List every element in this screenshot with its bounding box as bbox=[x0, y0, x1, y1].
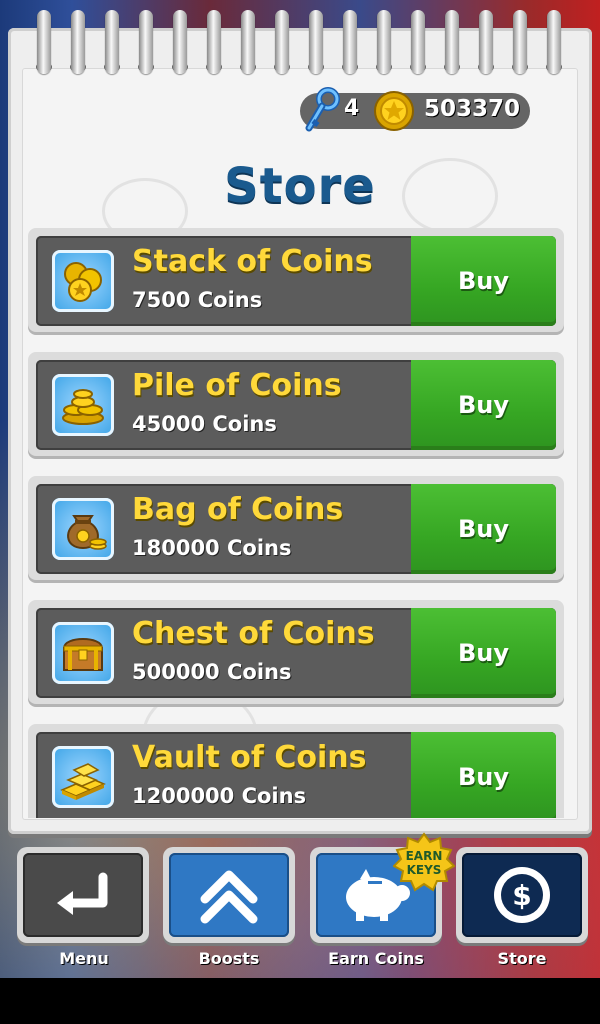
store-button[interactable]: $ bbox=[456, 847, 588, 943]
item-name: Pile of Coins bbox=[132, 368, 342, 403]
item-price: 1200000 Coins bbox=[132, 784, 307, 808]
store-item: Stack of Coins 7500 Coins Buy bbox=[28, 228, 564, 332]
store-item-list[interactable]: Stack of Coins 7500 Coins Buy Pile of Co… bbox=[28, 222, 572, 818]
store-item: Pile of Coins 45000 Coins Buy bbox=[28, 352, 564, 456]
return-arrow-icon bbox=[57, 872, 108, 915]
store-item-panel: Bag of Coins 180000 Coins Buy bbox=[36, 484, 556, 574]
menu-button[interactable] bbox=[17, 847, 149, 943]
buy-button-pile[interactable]: Buy bbox=[411, 360, 556, 450]
treasure-chest-icon bbox=[52, 622, 114, 684]
coin-icon bbox=[374, 91, 414, 131]
key-count: 4 bbox=[344, 96, 360, 121]
boosts-label: Boosts bbox=[198, 949, 260, 968]
store-item-panel: Chest of Coins 500000 Coins Buy bbox=[36, 608, 556, 698]
item-price: 180000 Coins bbox=[132, 536, 292, 560]
earn-coins-label: Earn Coins bbox=[328, 949, 424, 968]
dollar-coin-icon: $ bbox=[494, 867, 550, 923]
double-chevron-up-icon bbox=[200, 870, 258, 924]
store-item: Vault of Coins 1200000 Coins Buy bbox=[28, 724, 564, 818]
buy-button-chest[interactable]: Buy bbox=[411, 608, 556, 698]
store-item-panel: Stack of Coins 7500 Coins Buy bbox=[36, 236, 556, 326]
system-navigation-bar bbox=[0, 978, 600, 1024]
buy-button-vault[interactable]: Buy bbox=[411, 732, 556, 818]
store-item-panel: Pile of Coins 45000 Coins Buy bbox=[36, 360, 556, 450]
item-price: 500000 Coins bbox=[132, 660, 292, 684]
store-item-panel: Vault of Coins 1200000 Coins Buy bbox=[36, 732, 556, 818]
item-name: Vault of Coins bbox=[132, 740, 367, 775]
coin-pile-icon bbox=[52, 374, 114, 436]
store-label: Store bbox=[497, 949, 547, 968]
boosts-button[interactable] bbox=[163, 847, 295, 943]
coin-stack-icon bbox=[52, 250, 114, 312]
svg-text:$: $ bbox=[512, 879, 531, 912]
buy-button-stack[interactable]: Buy bbox=[411, 236, 556, 326]
earn-keys-badge: EARN KEYS bbox=[393, 832, 455, 892]
store-item: Bag of Coins 180000 Coins Buy bbox=[28, 476, 564, 580]
store-item: Chest of Coins 500000 Coins Buy bbox=[28, 600, 564, 704]
coin-bag-icon bbox=[52, 498, 114, 560]
item-price: 45000 Coins bbox=[132, 412, 277, 436]
earn-keys-badge-line1: EARN bbox=[406, 849, 443, 863]
earn-keys-badge-line2: KEYS bbox=[407, 863, 442, 877]
menu-label: Menu bbox=[59, 949, 109, 968]
item-price: 7500 Coins bbox=[132, 288, 263, 312]
item-name: Bag of Coins bbox=[132, 492, 344, 527]
item-name: Stack of Coins bbox=[132, 244, 373, 279]
item-name: Chest of Coins bbox=[132, 616, 375, 651]
buy-button-bag[interactable]: Buy bbox=[411, 484, 556, 574]
gold-bars-icon bbox=[52, 746, 114, 808]
page-title: Store bbox=[224, 158, 376, 214]
key-icon bbox=[305, 87, 340, 132]
coin-count: 503370 bbox=[424, 96, 521, 122]
notebook-binding bbox=[0, 0, 600, 80]
